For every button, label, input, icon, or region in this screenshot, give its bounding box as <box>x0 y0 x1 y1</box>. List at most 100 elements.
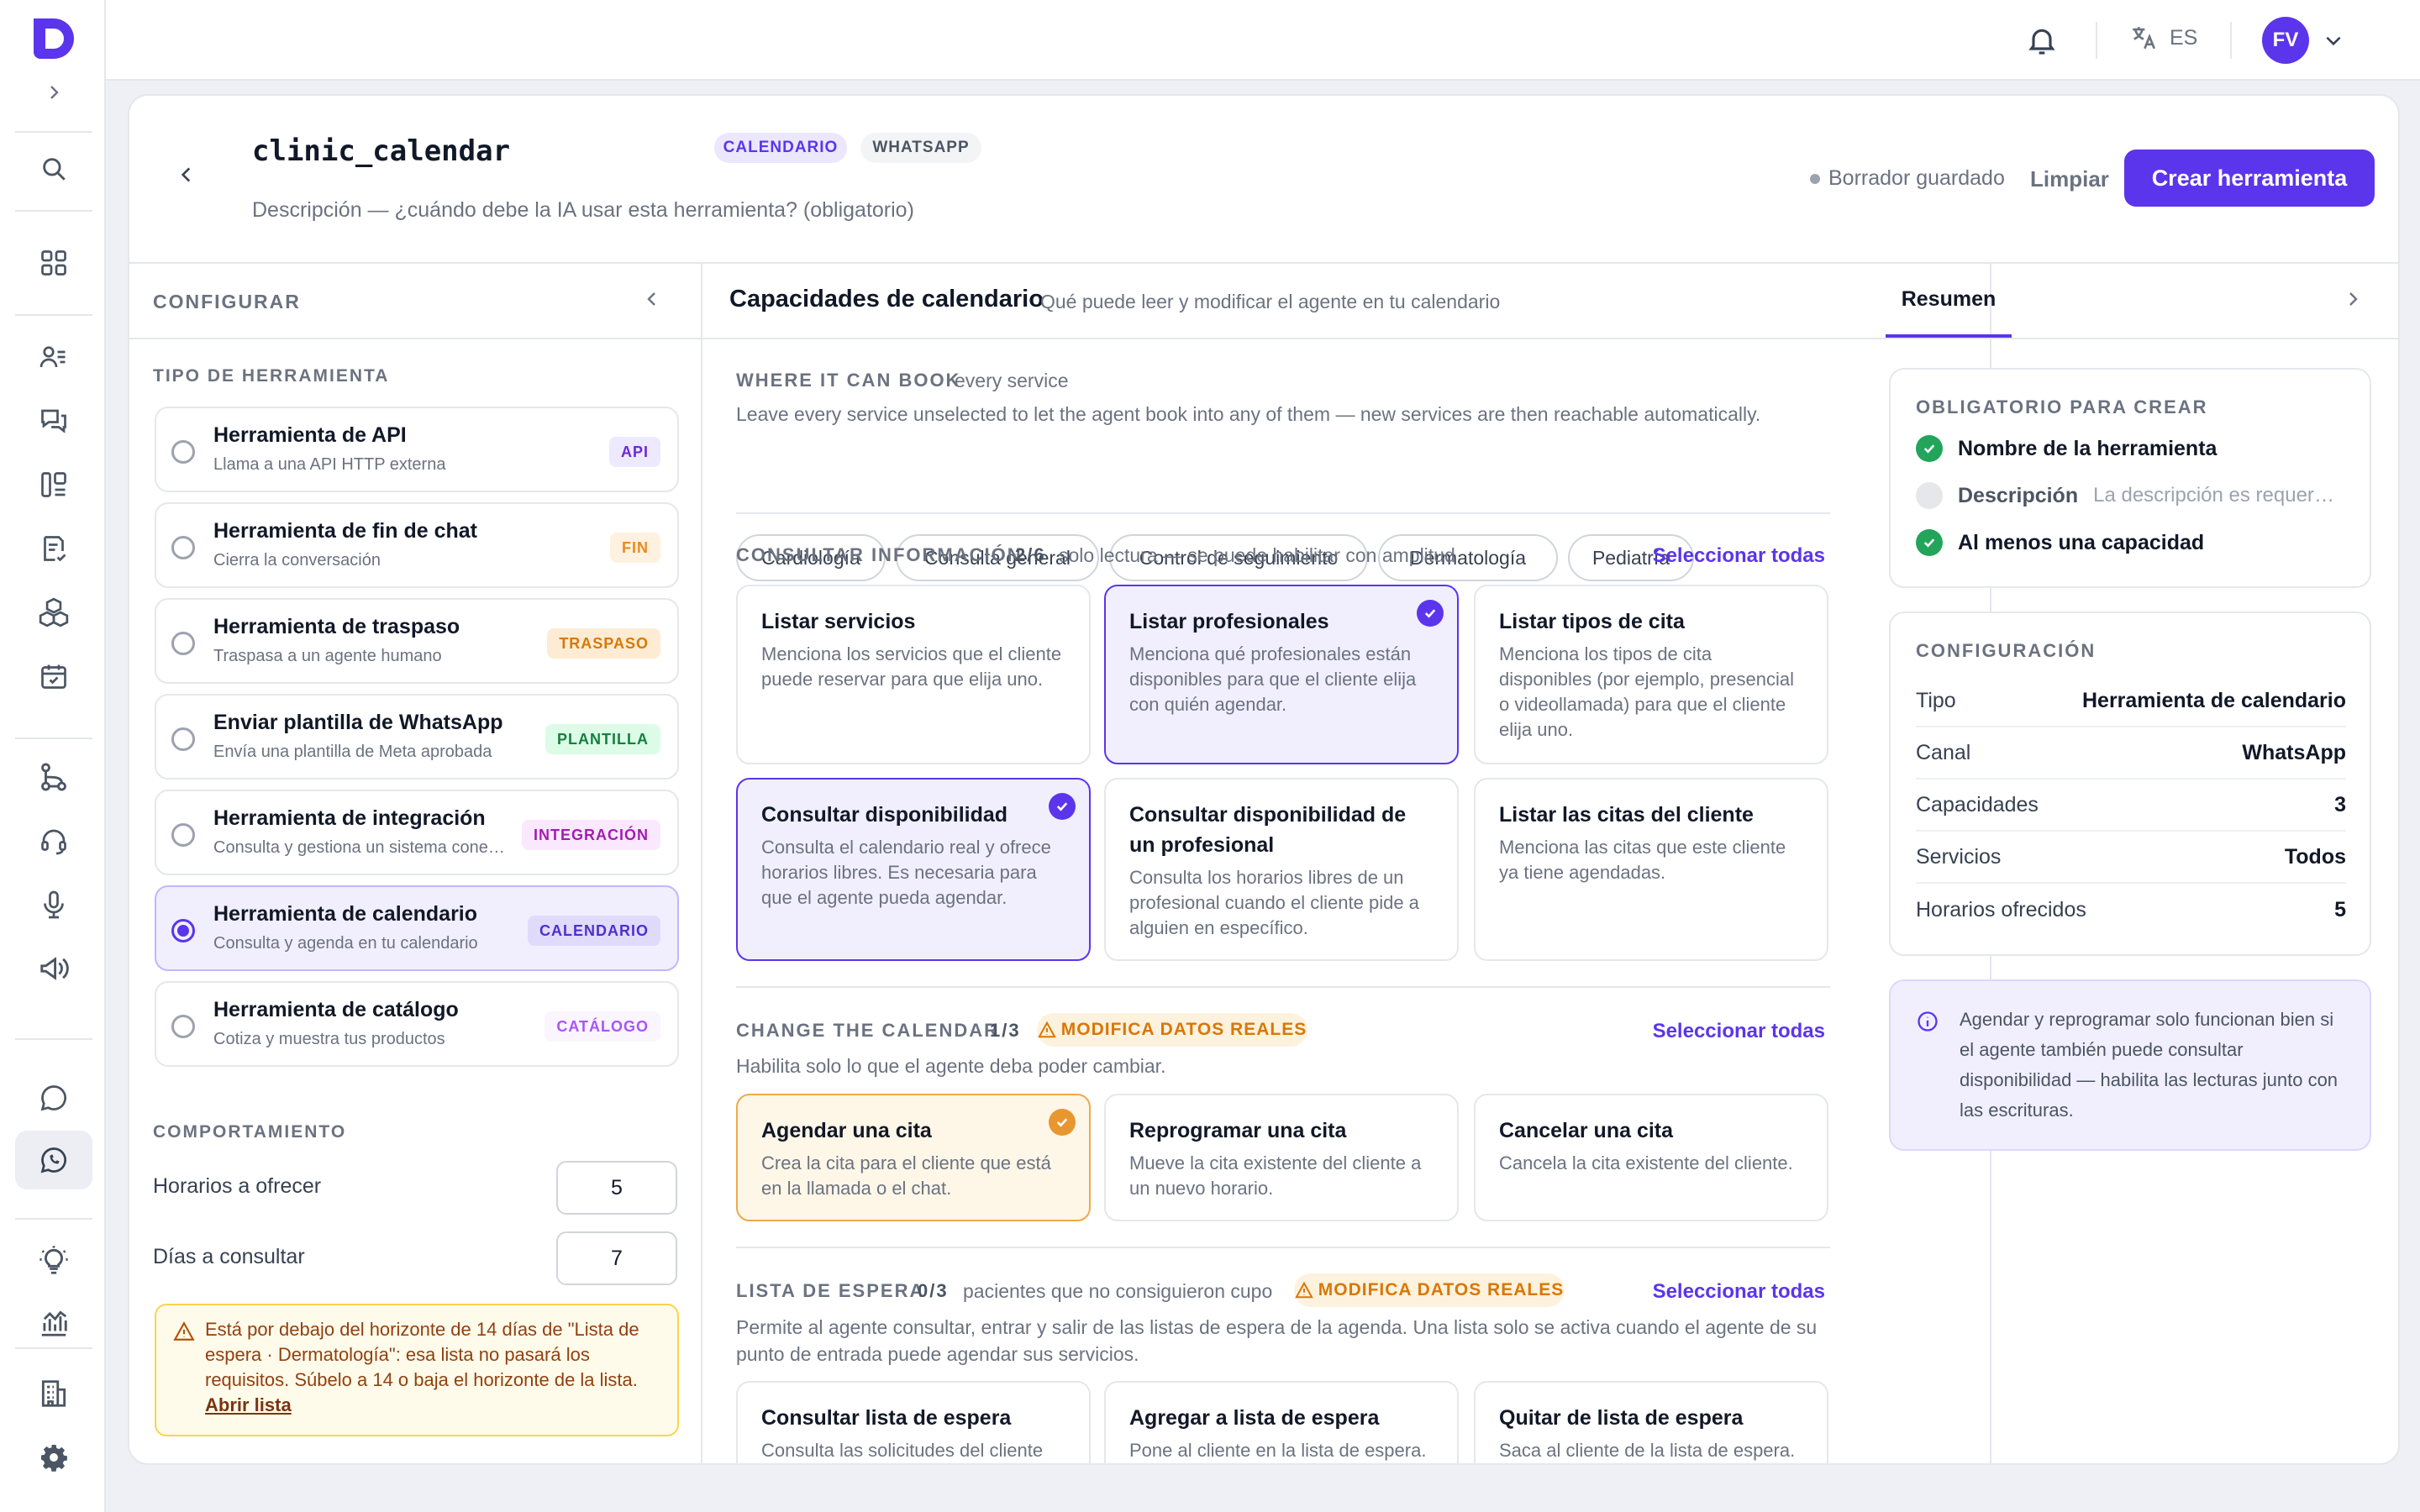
capability-list-client-appointments[interactable]: Listar las citas del cliente Menciona las… <box>1474 778 1828 961</box>
warning-text: Está por debajo del horizonte de 14 días… <box>205 1319 639 1390</box>
capability-list-services[interactable]: Listar servicios Menciona los servicios q… <box>736 585 1091 764</box>
chat-icon[interactable] <box>15 1068 92 1127</box>
draft-status: Borrador guardado <box>1810 166 2005 191</box>
radio[interactable] <box>171 632 195 655</box>
microphone-icon[interactable] <box>15 875 92 934</box>
flows-icon[interactable] <box>15 748 92 806</box>
required-item-description: Descripción La descripción es requerida <box>1916 479 2338 512</box>
tool-tag: INTEGRACIÓN <box>522 820 660 850</box>
capability-title: Quitar de lista de espera <box>1499 1406 1744 1430</box>
info-icon <box>1916 1010 1939 1033</box>
radio[interactable] <box>171 727 195 751</box>
contacts-icon[interactable] <box>15 328 92 386</box>
select-all-change[interactable]: Seleccionar todas <box>1653 1020 1825 1043</box>
booking-title: WHERE IT CAN BOOK <box>736 370 961 391</box>
ideas-icon[interactable] <box>15 1231 92 1290</box>
radio[interactable] <box>171 823 195 847</box>
select-all-waitlist[interactable]: Seleccionar todas <box>1653 1280 1825 1304</box>
summary-tab[interactable]: Resumen <box>1886 264 2012 338</box>
capability-title: Consultar disponibilidad de un profesion… <box>1129 803 1407 857</box>
building-icon[interactable] <box>15 1364 92 1423</box>
tool-tag: API <box>608 437 660 467</box>
capability-reschedule-appointment[interactable]: Reprogramar una cita Mueve la cita existe… <box>1104 1094 1459 1221</box>
waitlist-hint: Permite al agente consultar, entrar y sa… <box>736 1316 1818 1365</box>
capability-check-availability[interactable]: Consultar disponibilidad Consulta el cale… <box>736 778 1091 961</box>
badge-text: MODIFICA DATOS REALES <box>1060 1020 1307 1039</box>
tool-tag: PLANTILLA <box>545 724 660 754</box>
radio[interactable] <box>171 440 195 464</box>
search-icon[interactable] <box>15 139 92 198</box>
packages-icon[interactable] <box>15 583 92 642</box>
info-text: Agendar y reprogramar solo funcionan bie… <box>1960 1009 2338 1121</box>
check-icon <box>1417 600 1444 627</box>
user-menu[interactable]: FV <box>2262 17 2344 64</box>
campaigns-icon[interactable] <box>15 939 92 998</box>
chevron-left-icon <box>176 164 197 186</box>
radio[interactable] <box>171 1015 195 1038</box>
status-text: Borrador guardado <box>1828 166 2005 190</box>
grid-icon[interactable] <box>15 234 92 292</box>
capability-list-appointment-types[interactable]: Listar tipos de cita Menciona los tipos d… <box>1474 585 1828 764</box>
slots-input[interactable]: 5 <box>556 1161 677 1215</box>
analytics-icon[interactable] <box>15 1294 92 1352</box>
capability-check-waitlist[interactable]: Consultar lista de espera Consulta las so… <box>736 1381 1091 1463</box>
capability-desc: Consulta los horarios libres de un profe… <box>1129 867 1419 938</box>
capability-list-professionals[interactable]: Listar profesionales Menciona qué profesi… <box>1104 585 1459 764</box>
days-label: Días a consultar <box>153 1245 305 1268</box>
app-logo[interactable] <box>29 13 79 64</box>
support-icon[interactable] <box>15 811 92 870</box>
days-input[interactable]: 7 <box>556 1231 677 1285</box>
required-item-name: Nombre de la herramienta <box>1916 432 2217 465</box>
capability-cancel-appointment[interactable]: Cancelar una cita Cancela la cita existen… <box>1474 1094 1828 1221</box>
back-button[interactable] <box>170 158 203 192</box>
create-tool-button[interactable]: Crear herramienta <box>2124 150 2375 207</box>
capability-desc: Menciona qué profesionales están disponi… <box>1129 643 1417 715</box>
capability-desc: Pone al cliente en la lista de espera. <box>1129 1440 1427 1461</box>
tool-name-input[interactable]: clinic_calendar <box>252 134 510 168</box>
read-count: 2/6 <box>1015 544 1046 565</box>
tasks-icon[interactable] <box>15 519 92 578</box>
capability-add-waitlist[interactable]: Agregar a lista de espera Pone al cliente… <box>1104 1381 1459 1463</box>
tool-title: Herramienta de catálogo <box>213 998 459 1021</box>
waitlist-note: pacientes que no consiguieron cupo <box>963 1280 1273 1302</box>
radio-selected[interactable] <box>171 919 195 942</box>
tool-option-end-chat[interactable]: Herramienta de fin de chat Cierra la conv… <box>155 502 679 588</box>
whatsapp-icon[interactable] <box>15 1131 92 1189</box>
conversations-icon[interactable] <box>15 391 92 450</box>
tool-option-handoff[interactable]: Herramienta de traspaso Traspasa a un age… <box>155 598 679 684</box>
real-data-badge: MODIFICA DATOS REALES <box>1294 1273 1565 1307</box>
tool-option-api[interactable]: Herramienta de API Llama a una API HTTP e… <box>155 407 679 492</box>
capability-remove-waitlist[interactable]: Quitar de lista de espera Saca al cliente… <box>1474 1381 1828 1463</box>
capability-title: Listar servicios <box>761 610 916 633</box>
tool-option-whatsapp-template[interactable]: Enviar plantilla de WhatsApp Envía una pl… <box>155 694 679 780</box>
pipeline-icon[interactable] <box>15 455 92 514</box>
bell-icon[interactable] <box>2025 24 2059 57</box>
description-input[interactable]: Descripción — ¿cuándo debe la IA usar es… <box>252 198 914 223</box>
clear-button[interactable]: Limpiar <box>2030 166 2109 192</box>
avatar: FV <box>2262 17 2309 64</box>
capability-book-appointment[interactable]: Agendar una cita Crea la cita para el cli… <box>736 1094 1091 1221</box>
capability-desc: Menciona los tipos de cita disponibles (… <box>1499 643 1794 740</box>
capability-professional-availability[interactable]: Consultar disponibilidad de un profesion… <box>1104 778 1459 961</box>
tool-option-calendar[interactable]: Herramienta de calendario Consulta y agen… <box>155 885 679 971</box>
language-code: ES <box>2170 25 2198 50</box>
tool-title: Herramienta de fin de chat <box>213 519 477 543</box>
select-all-read[interactable]: Seleccionar todas <box>1653 544 1825 568</box>
booking-scope: every service <box>955 370 1069 391</box>
tool-tag: TRASPASO <box>547 628 660 659</box>
top-bar: ES FV <box>106 0 2420 81</box>
tool-subtitle: Cotiza y muestra tus productos <box>213 1030 445 1048</box>
booking-hint: Leave every service unselected to let th… <box>736 403 1761 425</box>
calendar-icon[interactable] <box>15 647 92 706</box>
capability-desc: Consulta las solicitudes del cliente en … <box>761 1440 1044 1461</box>
expand-right-button[interactable] <box>2343 289 2363 309</box>
open-list-link[interactable]: Abrir lista <box>205 1394 292 1415</box>
check-circle-icon <box>1916 529 1943 556</box>
expand-icon[interactable] <box>15 66 92 119</box>
tool-option-catalog[interactable]: Herramienta de catálogo Cotiza y muestra … <box>155 981 679 1067</box>
collapse-left-button[interactable] <box>642 289 662 309</box>
tool-option-integration[interactable]: Herramienta de integración Consulta y ges… <box>155 790 679 875</box>
language-switcher[interactable]: ES <box>2129 24 2197 52</box>
radio[interactable] <box>171 536 195 559</box>
settings-icon[interactable] <box>15 1428 92 1487</box>
